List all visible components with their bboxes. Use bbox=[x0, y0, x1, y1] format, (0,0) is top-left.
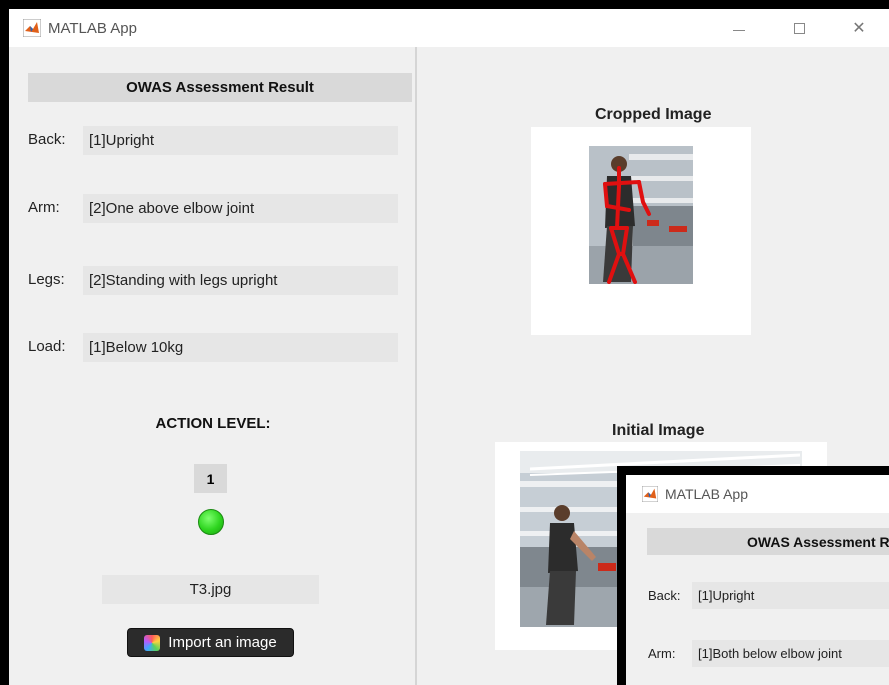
overlay-arm-label: Arm: bbox=[648, 646, 676, 661]
matlab-icon bbox=[23, 19, 41, 37]
overlay-arm-value: [1]Both below elbow joint bbox=[692, 640, 889, 667]
back-value: [1]Upright bbox=[83, 126, 398, 155]
import-button-label: Import an image bbox=[168, 634, 277, 651]
window-title: MATLAB App bbox=[48, 19, 137, 37]
close-icon: ✕ bbox=[852, 20, 866, 37]
photos-icon bbox=[144, 634, 161, 651]
cropped-image bbox=[589, 146, 693, 284]
matlab-icon bbox=[642, 486, 658, 502]
file-name-field: T3.jpg bbox=[102, 575, 319, 604]
cropped-image-title: Cropped Image bbox=[595, 106, 712, 123]
action-level-title: ACTION LEVEL: bbox=[155, 415, 271, 432]
import-image-button[interactable]: Import an image bbox=[127, 628, 294, 657]
overlay-back-label: Back: bbox=[648, 588, 681, 603]
window-controls: ✕ bbox=[709, 9, 889, 47]
maximize-icon bbox=[793, 22, 805, 34]
legs-value: [2]Standing with legs upright bbox=[83, 266, 398, 295]
arm-value: [2]One above elbow joint bbox=[83, 194, 398, 223]
action-level-value: 1 bbox=[194, 464, 227, 493]
minimize-icon bbox=[733, 29, 745, 31]
title-bar[interactable]: MATLAB App ✕ bbox=[9, 9, 889, 47]
result-header: OWAS Assessment Result bbox=[28, 73, 412, 102]
overlay-window: MATLAB App OWAS Assessment Resu Back: [1… bbox=[617, 466, 889, 685]
load-label: Load: bbox=[28, 338, 66, 355]
arm-label: Arm: bbox=[28, 199, 60, 216]
close-button[interactable]: ✕ bbox=[829, 9, 889, 47]
status-lamp bbox=[198, 509, 224, 535]
initial-image-title: Initial Image bbox=[612, 422, 705, 439]
maximize-button[interactable] bbox=[769, 9, 829, 47]
overlay-result-header: OWAS Assessment Resu bbox=[647, 528, 889, 555]
cropped-image-card bbox=[531, 127, 751, 335]
legs-label: Legs: bbox=[28, 271, 65, 288]
minimize-button[interactable] bbox=[709, 9, 769, 47]
load-value: [1]Below 10kg bbox=[83, 333, 398, 362]
overlay-title-bar[interactable]: MATLAB App bbox=[626, 475, 889, 513]
overlay-back-value: [1]Upright bbox=[692, 582, 889, 609]
back-label: Back: bbox=[28, 131, 66, 148]
overlay-window-title: MATLAB App bbox=[665, 486, 749, 502]
result-panel: OWAS Assessment Result Back: [1]Upright … bbox=[9, 47, 417, 685]
